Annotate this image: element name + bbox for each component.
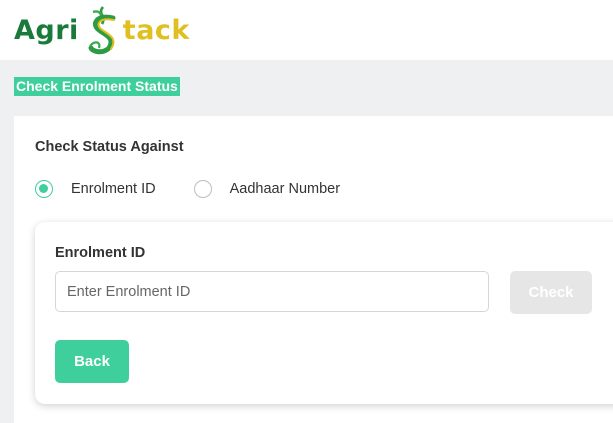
logo-text-agri: Agri — [14, 14, 79, 46]
radio-aadhaar-number[interactable]: Aadhaar Number — [193, 180, 341, 198]
radio-enrolment-id[interactable]: Enrolment ID — [35, 180, 156, 198]
back-button[interactable]: Back — [55, 340, 129, 383]
page-title: Check Enrolment Status — [14, 77, 180, 96]
agristack-logo[interactable]: Agri tack — [14, 4, 190, 56]
enrolment-id-input[interactable] — [55, 271, 489, 312]
radio-aadhaar-number-label: Aadhaar Number — [229, 181, 341, 197]
leaf-s-icon — [88, 6, 116, 55]
radio-enrolment-id-control[interactable] — [35, 180, 53, 198]
header: Agri tack — [0, 0, 613, 60]
status-type-radio-group: Enrolment ID Aadhaar Number — [35, 180, 340, 198]
radio-enrolment-id-label: Enrolment ID — [71, 181, 156, 197]
status-against-label: Check Status Against — [35, 139, 184, 155]
radio-aadhaar-number-control[interactable] — [193, 180, 212, 198]
enrolment-id-card: Enrolment ID Check Back — [35, 222, 613, 404]
logo-text-stack: tack — [122, 14, 190, 46]
enrolment-id-field-label: Enrolment ID — [55, 245, 146, 261]
enrolment-status-panel: Check Status Against Enrolment ID Aadhaa… — [14, 116, 613, 423]
check-button[interactable]: Check — [510, 271, 592, 314]
